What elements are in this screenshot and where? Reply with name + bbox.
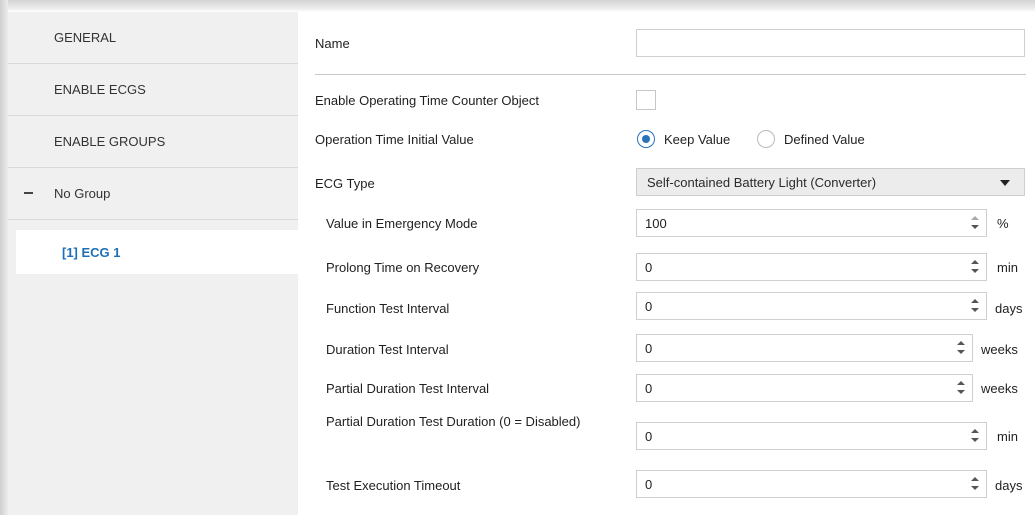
- stepper-icon[interactable]: [956, 378, 966, 398]
- collapse-icon[interactable]: [24, 192, 33, 194]
- prolong-time-input[interactable]: 0: [636, 253, 987, 281]
- keep-value-label[interactable]: Keep Value: [664, 132, 730, 147]
- frame-left-shadow: [0, 0, 8, 515]
- unit-label: days: [995, 478, 1023, 493]
- sidebar-item-label: No Group: [54, 186, 111, 201]
- sidebar-item-label: ENABLE ECGS: [54, 82, 146, 97]
- duration-test-interval-input[interactable]: 0: [636, 334, 973, 362]
- test-execution-timeout-input[interactable]: 0: [636, 470, 987, 498]
- field-value: 0: [645, 340, 653, 356]
- keep-value-radio[interactable]: [637, 130, 655, 148]
- field-value: 0: [645, 298, 653, 314]
- chevron-down-icon: [1000, 180, 1010, 186]
- name-field[interactable]: [636, 29, 1025, 57]
- partial-duration-test-interval-input[interactable]: 0: [636, 374, 973, 402]
- operating-counter-label: Enable Operating Time Counter Object: [315, 93, 540, 108]
- field-label: Value in Emergency Mode: [326, 216, 478, 231]
- field-value: 0: [645, 380, 653, 396]
- function-test-interval-input[interactable]: 0: [636, 292, 987, 320]
- unit-label: %: [997, 216, 1009, 231]
- stepper-icon[interactable]: [970, 213, 980, 233]
- field-label: Partial Duration Test Duration (0 = Disa…: [326, 414, 581, 429]
- field-label: Function Test Interval: [326, 301, 450, 316]
- sidebar-item-label: ENABLE GROUPS: [54, 134, 166, 149]
- sidebar-item-label: [1] ECG 1: [62, 244, 121, 260]
- field-label: Partial Duration Test Interval: [326, 381, 490, 396]
- ecg-type-value: Self-contained Battery Light (Converter): [647, 174, 877, 190]
- defined-value-radio[interactable]: [757, 130, 775, 148]
- field-label: Duration Test Interval: [326, 342, 449, 357]
- field-value: 0: [645, 428, 653, 444]
- unit-label: weeks: [981, 342, 1018, 357]
- sidebar-item-ecg-1[interactable]: [1] ECG 1: [16, 230, 298, 274]
- unit-label: min: [997, 429, 1018, 444]
- partial-duration-test-duration-input[interactable]: 0: [636, 422, 987, 450]
- sidebar-item-enable-ecgs[interactable]: ENABLE ECGS: [8, 64, 298, 116]
- sidebar: GENERAL ENABLE ECGS ENABLE GROUPS No Gro…: [8, 12, 298, 515]
- field-value: 0: [645, 476, 653, 492]
- ecg-type-label: ECG Type: [315, 176, 375, 191]
- operating-counter-checkbox[interactable]: [636, 90, 656, 110]
- ecg-type-select[interactable]: Self-contained Battery Light (Converter): [636, 168, 1025, 196]
- emergency-mode-value-input[interactable]: 100: [636, 209, 987, 237]
- field-value: 100: [645, 215, 667, 231]
- stepper-icon[interactable]: [970, 426, 980, 446]
- unit-label: min: [997, 260, 1018, 275]
- frame-top-shadow: [0, 0, 1035, 12]
- unit-label: days: [995, 301, 1023, 316]
- field-label: Prolong Time on Recovery: [326, 260, 480, 275]
- sidebar-item-label: GENERAL: [54, 30, 117, 45]
- field-label: Test Execution Timeout: [326, 478, 461, 493]
- initial-value-label: Operation Time Initial Value: [315, 132, 474, 147]
- stepper-icon[interactable]: [970, 296, 980, 316]
- unit-label: weeks: [981, 381, 1018, 396]
- defined-value-label[interactable]: Defined Value: [784, 132, 865, 147]
- stepper-icon[interactable]: [956, 338, 966, 358]
- divider: [315, 74, 1026, 75]
- sidebar-item-enable-groups[interactable]: ENABLE GROUPS: [8, 116, 298, 168]
- stepper-icon[interactable]: [970, 474, 980, 494]
- name-label: Name: [315, 36, 350, 51]
- sidebar-item-general[interactable]: GENERAL: [8, 12, 298, 64]
- window-frame: GENERAL ENABLE ECGS ENABLE GROUPS No Gro…: [0, 0, 1035, 515]
- sidebar-item-no-group[interactable]: No Group: [8, 168, 298, 220]
- field-value: 0: [645, 259, 653, 275]
- stepper-icon[interactable]: [970, 257, 980, 277]
